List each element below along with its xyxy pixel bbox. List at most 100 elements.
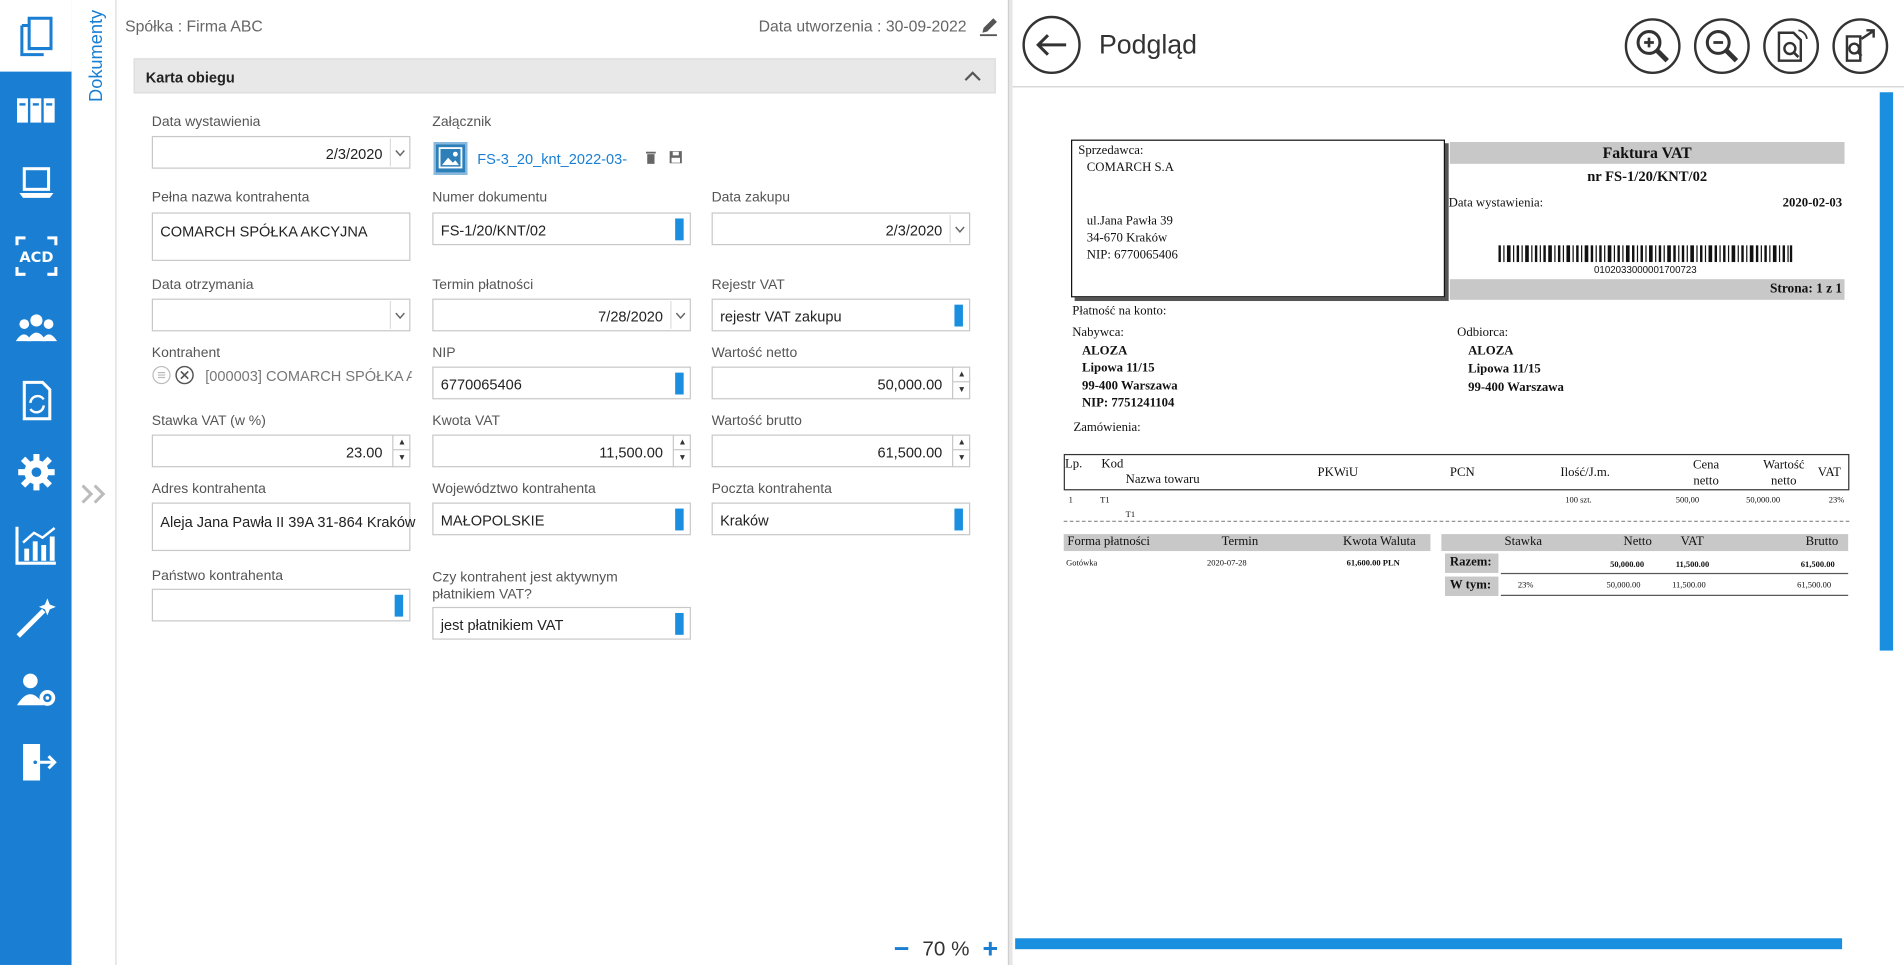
settings-icon [17,453,55,490]
contractors-nav-item[interactable] [0,291,72,363]
gross-value-stepper[interactable]: ▲ ▼ [952,434,971,468]
recipient-city: 99-400 Warszawa [1468,381,1564,395]
zoom-out-button[interactable]: − [894,933,910,963]
vat-rate-label: Stawka VAT (w %) [151,413,266,429]
col-pkwiu: PKWiU [1317,466,1359,480]
issue-date-doc: 2020-02-03 [1782,196,1843,210]
barcode-image [1498,245,1793,263]
chevron-down-icon[interactable] [949,214,968,243]
receipt-date-label: Data otrzymania [151,277,254,293]
workflow-nav-item[interactable] [0,364,72,436]
voivodeship-field[interactable]: MAŁOPOLSKIE [432,502,691,536]
nip-value: 6770065406 [440,376,522,394]
country-field[interactable] [151,588,411,622]
delete-icon[interactable] [645,151,657,166]
invoice-title-bar: Faktura VAT [1449,142,1845,164]
recipient-street: Lipowa 11/15 [1468,362,1541,377]
purchase-date-field[interactable]: 2/3/2020 [711,212,971,246]
preview-title: Podgląd [1098,29,1197,60]
scan-nav-item[interactable] [0,147,72,219]
contractor-label: Kontrahent [151,345,221,361]
pay-amount: 61,600.00 PLN [1346,558,1400,569]
documents-nav-item[interactable] [0,0,72,72]
horizontal-scrollbar[interactable] [1015,938,1843,950]
settings-nav-item[interactable] [0,436,72,508]
user-settings-icon [16,673,55,706]
contractors-icon [15,313,57,341]
nip-field[interactable]: 6770065406 [432,366,691,400]
summary-table-header: Stawka Netto VAT Brutto [1441,534,1849,552]
zoom-in-tool-button[interactable] [1624,18,1681,75]
contractor-full-name-field[interactable]: COMARCH SPÓŁKA AKCYJNA [151,212,411,261]
logout-nav-item[interactable] [0,726,72,798]
field-indicator [954,508,963,531]
row-vat: 23% [1828,495,1845,505]
registers-nav-item[interactable] [0,74,72,146]
page-bar: Strona: 1 z 1 [1449,279,1845,300]
net-value-field[interactable]: 50,000.00 ▲ ▼ [711,366,971,400]
reports-nav-item[interactable] [0,509,72,581]
left-navigation: ACD [0,0,72,965]
list-icon[interactable] [152,365,171,385]
col-vat: VAT [1817,466,1841,480]
vat-register-label: Rejestr VAT [711,277,785,293]
vat-payer-field[interactable]: jest płatnikiem VAT [432,606,691,640]
user-settings-nav-item[interactable] [0,653,72,725]
contractor-value[interactable]: [000003] COMARCH SPÓŁKA A [205,368,411,385]
vat-rate-field[interactable]: 23.00 ▲ ▼ [151,434,411,468]
vat-register-field[interactable]: rejestr VAT zakupu [711,298,971,332]
zoom-out-tool-button[interactable] [1693,18,1750,75]
workflow-card-section[interactable]: Karta obiegu [133,58,996,94]
created-date-label: Data utworzenia : 30-09-2022 [758,16,967,36]
vertical-scrollbar[interactable] [1879,92,1894,651]
image-file-icon[interactable] [433,142,468,175]
issue-date-field[interactable]: 2/3/2020 [151,135,411,169]
items-table-header: Lp. Kod Nazwa towaru PKWiU PCN Ilość/J.m… [1063,453,1850,491]
vat-rate-stepper[interactable]: ▲ ▼ [392,434,411,468]
contractor-address-field[interactable]: Aleja Jana Pawła II 39A 31-864 Kraków [151,502,415,552]
preview-panel: Podgląd Sprzedawca: COMARCH S.A ul.Jana … [1012,0,1904,965]
save-icon[interactable] [669,151,682,164]
ocr-nav-item[interactable]: ACD [0,220,72,292]
vat-amount-field[interactable]: 11,500.00 ▲ ▼ [432,434,691,468]
vat-amount-value: 11,500.00 [599,444,664,462]
back-button[interactable] [1022,15,1081,75]
seller-label: Sprzedawca: [1078,144,1144,158]
workflow-form: Spółka : Firma ABC Data utworzenia : 30-… [116,0,1008,965]
payment-table-header: Forma płatności Termin Kwota Waluta [1063,534,1431,552]
sum-col-rate: Stawka [1504,535,1543,549]
ocr-icon: ACD [14,235,57,276]
payment-term-value: 7/28/2020 [598,308,664,326]
vat-register-value: rejestr VAT zakupu [720,308,842,326]
gross-value-field[interactable]: 61,500.00 ▲ ▼ [711,434,971,468]
clear-icon[interactable] [175,365,194,385]
purchase-date-value: 2/3/2020 [885,222,943,240]
payment-term-field[interactable]: 7/28/2020 [432,298,691,332]
voivodeship-label: Województwo kontrahenta [432,481,596,497]
receipt-date-field[interactable] [151,298,411,332]
col-price: Cena netto [1692,458,1720,488]
zoom-out-icon [1705,30,1739,63]
document-number-field[interactable]: FS-1/20/KNT/02 [432,212,691,246]
recipient-name: ALOZA [1468,344,1514,359]
collapse-chevron-icon[interactable] [963,67,982,84]
wizard-nav-item[interactable] [0,581,72,653]
post-office-field[interactable]: Kraków [711,502,971,536]
vat-amount-stepper[interactable]: ▲ ▼ [672,434,691,468]
expand-chevron-icon[interactable] [80,483,109,505]
invoice-title: Faktura VAT [1602,143,1692,162]
incl-label: W tym: [1449,578,1492,593]
chevron-down-icon[interactable] [389,301,408,329]
chevron-down-icon[interactable] [389,138,408,167]
total-label: Razem: [1449,555,1492,570]
chevron-down-icon[interactable] [670,301,688,329]
net-value-stepper[interactable]: ▲ ▼ [952,366,971,400]
buyer-nip: NIP: 7751241104 [1081,396,1175,411]
export-tool-button[interactable] [1832,18,1889,75]
fit-page-tool-button[interactable] [1763,18,1820,75]
edit-pencil-icon[interactable] [979,15,998,37]
field-indicator [675,508,684,531]
attachment-link[interactable]: FS-3_20_knt_2022-03-30 [477,151,628,168]
contractor-address-label: Adres kontrahenta [151,481,266,497]
zoom-in-button[interactable]: + [982,933,998,963]
